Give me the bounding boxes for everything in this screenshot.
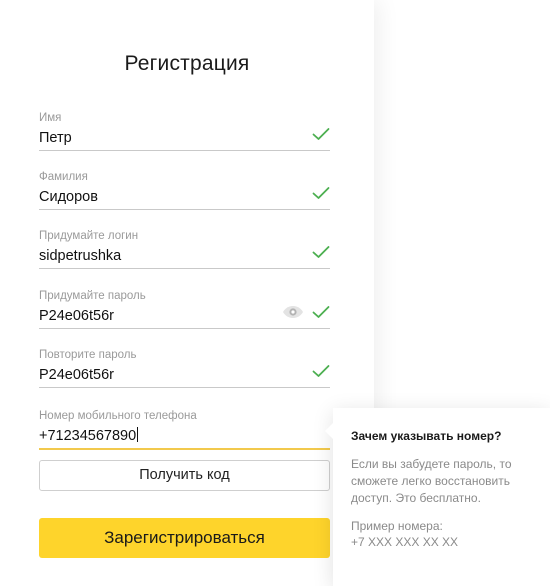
check-icon	[312, 365, 330, 377]
phone-field[interactable]: Номер мобильного телефона +71234567890	[39, 409, 330, 450]
register-button[interactable]: Зарегистрироваться	[39, 518, 330, 558]
phone-underline	[39, 448, 330, 450]
login-underline	[39, 268, 330, 269]
first-name-field[interactable]: Имя Петр	[39, 111, 330, 151]
login-input[interactable]: sidpetrushka	[39, 247, 330, 265]
tooltip-example-label: Пример номера:	[351, 519, 443, 533]
last-name-underline	[39, 209, 330, 210]
password-label: Придумайте пароль	[39, 290, 146, 302]
eye-icon[interactable]	[282, 305, 304, 319]
first-name-input[interactable]: Петр	[39, 129, 330, 147]
check-icon	[312, 246, 330, 258]
last-name-label: Фамилия	[39, 171, 88, 183]
text-caret	[137, 427, 139, 442]
phone-input-wrap[interactable]: +71234567890	[39, 427, 330, 445]
repeat-password-field[interactable]: Повторите пароль P24e06t56r	[39, 348, 330, 388]
check-icon	[312, 128, 330, 140]
tooltip-example-value: +7 XXX XXX XX XX	[351, 535, 459, 549]
first-name-label: Имя	[39, 112, 62, 124]
login-label: Придумайте логин	[39, 230, 139, 242]
phone-label: Номер мобильного телефона	[39, 410, 197, 422]
phone-input[interactable]: +71234567890	[39, 428, 136, 444]
registration-card: Регистрация Имя Петр Фамилия Сидоров При…	[0, 0, 374, 586]
tooltip-body: Если вы забудете пароль, то сможете легк…	[351, 457, 512, 505]
check-icon	[312, 306, 330, 318]
repeat-password-input[interactable]: P24e06t56r	[39, 366, 330, 384]
repeat-password-underline	[39, 387, 330, 388]
last-name-input[interactable]: Сидоров	[39, 188, 330, 206]
tooltip-arrow	[325, 422, 334, 440]
login-field[interactable]: Придумайте логин sidpetrushka	[39, 229, 330, 269]
page-title: Регистрация	[124, 52, 250, 75]
repeat-password-label: Повторите пароль	[39, 349, 137, 361]
get-code-button[interactable]: Получить код	[39, 460, 330, 491]
first-name-underline	[39, 150, 330, 151]
password-underline	[39, 328, 330, 329]
password-field[interactable]: Придумайте пароль P24e06t56r	[39, 289, 330, 329]
check-icon	[312, 187, 330, 199]
phone-hint-tooltip: Зачем указывать номер? Если вы забудете …	[325, 408, 550, 586]
tooltip-title: Зачем указывать номер?	[351, 429, 502, 443]
last-name-field[interactable]: Фамилия Сидоров	[39, 170, 330, 210]
